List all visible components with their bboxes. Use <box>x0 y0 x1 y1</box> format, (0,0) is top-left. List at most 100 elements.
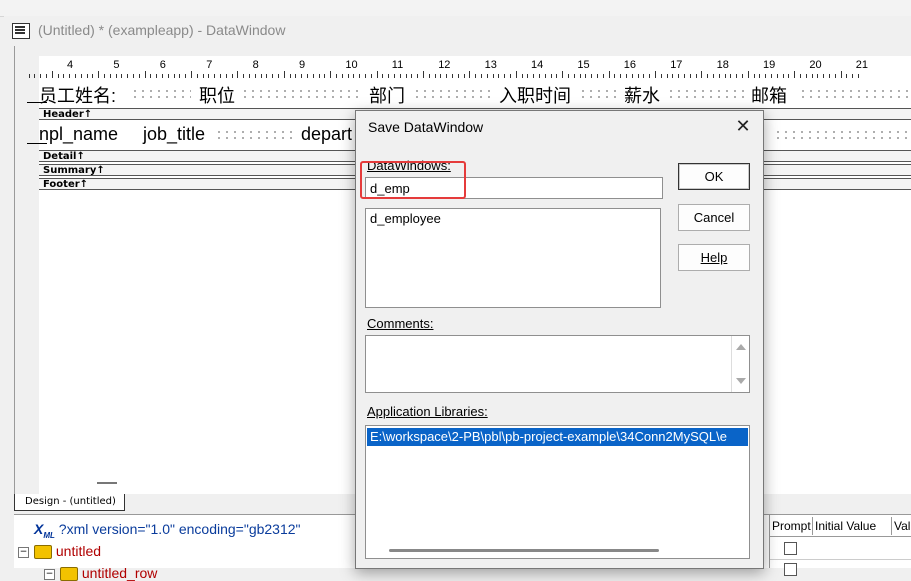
xml-icon: XML <box>34 521 55 540</box>
ruler-tick <box>562 71 564 78</box>
ruler-number: 4 <box>67 59 74 71</box>
dotted-fill <box>774 129 909 141</box>
ruler-number: 20 <box>809 59 822 71</box>
ruler-tick <box>51 71 53 78</box>
tree-child-toggle[interactable]: − <box>44 569 55 580</box>
help-button[interactable]: Help <box>678 244 750 271</box>
datawindows-list[interactable]: d_employee <box>365 208 661 308</box>
dotted-fill <box>667 88 747 100</box>
top-strip <box>0 0 911 17</box>
ruler-tick <box>469 71 471 78</box>
ruler-tick <box>655 71 656 78</box>
ruler-tick <box>701 71 703 78</box>
ruler-number: 7 <box>206 59 213 71</box>
title-bar: (Untitled) * (exampleapp) - DataWindow <box>4 16 911 46</box>
col-initial-value[interactable]: Initial Value <box>813 517 892 535</box>
ruler-number: 18 <box>716 59 729 71</box>
ruler-tick <box>98 71 100 78</box>
cancel-button[interactable]: Cancel <box>678 204 750 231</box>
header-label-hiredate[interactable]: 入职时间 <box>499 82 571 108</box>
ruler-number: 13 <box>484 59 497 71</box>
ruler: 4 5 6 7 8 9 10 11 12 13 14 15 16 17 18 19 20 21 <box>28 56 911 79</box>
grid-divider <box>770 536 911 537</box>
dotted-fill <box>241 88 361 100</box>
ruler-tick <box>840 71 842 78</box>
ruler-number: 12 <box>438 59 451 71</box>
tree-xml-decl[interactable]: XML ?xml version="1.0" encoding="gb2312" <box>34 521 301 540</box>
header-row: 员工姓名: 职位 部门 入职时间 薪水 邮箱 <box>27 80 911 108</box>
ruler-number: 19 <box>763 59 776 71</box>
col-prompt[interactable]: Prompt <box>770 517 813 535</box>
ruler-number: 6 <box>159 59 166 71</box>
ruler-tick <box>237 71 239 78</box>
element-icon <box>34 545 52 560</box>
ruler-tick <box>191 71 192 78</box>
ruler-tick <box>144 71 146 78</box>
scroll-thumb[interactable] <box>389 549 659 552</box>
ruler-tick <box>794 71 796 78</box>
splitter-handle[interactable] <box>97 482 117 484</box>
tree-child-node[interactable]: untitled_row <box>60 565 157 581</box>
libraries-hscrollbar[interactable] <box>367 543 748 557</box>
ruler-number: 15 <box>577 59 590 71</box>
comments-scrollbar[interactable] <box>731 336 749 392</box>
ruler-tick <box>28 74 30 78</box>
ruler-tick <box>330 71 332 78</box>
scroll-up-icon[interactable] <box>736 344 746 350</box>
ruler-number: 8 <box>252 59 259 71</box>
close-icon[interactable]: ✕ <box>728 113 758 141</box>
ruler-tick <box>515 71 517 78</box>
tab-bar: Design - (untitled) <box>14 494 214 512</box>
datawindows-label: DataWindows: <box>367 158 451 173</box>
ruler-number: 14 <box>531 59 544 71</box>
ruler-number: 9 <box>299 59 306 71</box>
header-label-email[interactable]: 邮箱 <box>751 82 787 108</box>
ruler-number: 16 <box>623 59 637 71</box>
element-icon <box>60 567 78 581</box>
datawindow-icon <box>12 23 30 39</box>
ruler-number: 10 <box>345 59 358 71</box>
ruler-tick <box>423 71 424 78</box>
dotted-fill <box>799 88 909 100</box>
ok-button[interactable]: OK <box>678 163 750 190</box>
ruler-number: 21 <box>855 59 869 71</box>
ruler-number: 5 <box>113 59 120 71</box>
libraries-label: Application Libraries: <box>367 404 488 419</box>
header-label-title[interactable]: 职位 <box>199 82 235 108</box>
prompt-checkbox[interactable] <box>784 563 797 576</box>
header-label-salary[interactable]: 薪水 <box>624 82 660 108</box>
ruler-tick <box>34 74 36 78</box>
prompt-checkbox[interactable] <box>784 542 797 555</box>
library-item-selected[interactable]: E:\workspace\2-PB\pbl\pb-project-example… <box>367 428 748 446</box>
tab-design[interactable]: Design - (untitled) <box>14 494 125 511</box>
dotted-fill <box>215 129 295 141</box>
header-label-name[interactable]: 员工姓名: <box>39 82 116 108</box>
detail-field-dept[interactable]: depart <box>301 124 352 145</box>
datawindow-name-input[interactable] <box>365 177 663 199</box>
save-datawindow-dialog: Save DataWindow ✕ DataWindows: d_employe… <box>355 110 764 569</box>
detail-field-name[interactable]: npl_name <box>39 124 118 145</box>
tree-root-node[interactable]: untitled <box>34 543 101 560</box>
detail-field-title[interactable]: job_title <box>143 124 205 145</box>
dialog-title: Save DataWindow <box>368 119 484 135</box>
window-title: (Untitled) * (exampleapp) - DataWindow <box>38 22 286 38</box>
header-label-dept[interactable]: 部门 <box>369 82 405 108</box>
ruler-tick <box>283 71 285 78</box>
dotted-fill <box>579 88 619 100</box>
property-grid: Prompt Initial Value Valid <box>769 515 911 576</box>
tree-collapse-toggle[interactable]: − <box>18 547 29 558</box>
libraries-list[interactable]: E:\workspace\2-PB\pbl\pb-project-example… <box>365 425 750 559</box>
ruler-tick <box>376 71 378 78</box>
dotted-fill <box>413 88 493 100</box>
comments-input[interactable] <box>365 335 750 393</box>
list-item[interactable]: d_employee <box>370 211 656 226</box>
scroll-down-icon[interactable] <box>736 378 746 384</box>
col-valid[interactable]: Valid <box>892 517 911 535</box>
grid-divider <box>770 559 911 560</box>
ruler-tick <box>608 71 610 78</box>
comments-label: Comments: <box>367 316 434 331</box>
ruler-tick <box>747 71 749 78</box>
dotted-fill <box>131 88 191 100</box>
ruler-number: 11 <box>391 59 404 71</box>
ruler-number: 17 <box>670 59 683 71</box>
